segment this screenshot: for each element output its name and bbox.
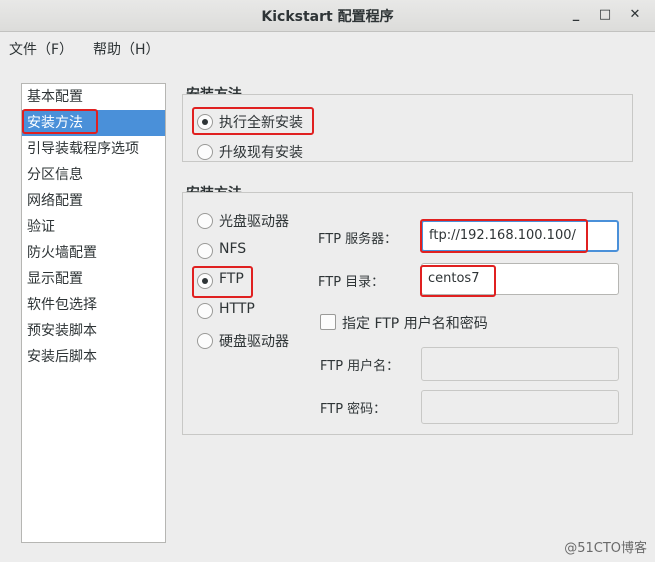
sidebar-item-install-method[interactable]: 安装方法 <box>22 110 165 136</box>
menu-bar: 文件（F） 帮助（H） <box>0 32 655 62</box>
radio-checked-icon[interactable] <box>197 273 213 289</box>
credentials-checkbox-label: 指定 FTP 用户名和密码 <box>342 316 488 332</box>
radio-cdrom-label: 光盘驱动器 <box>219 214 289 230</box>
ftp-user-input[interactable] <box>421 347 619 381</box>
radio-upgrade-label: 升级现有安装 <box>219 145 303 161</box>
radio-http-label: HTTP <box>219 301 255 317</box>
close-button[interactable]: ✕ <box>625 5 645 25</box>
menu-help[interactable]: 帮助（H） <box>93 39 160 59</box>
category-sidebar: 基本配置 安装方法 引导装载程序选项 分区信息 网络配置 验证 防火墙配置 显示… <box>21 83 166 543</box>
minimize-button[interactable]: _ <box>566 5 586 25</box>
sidebar-item-display[interactable]: 显示配置 <box>22 266 165 292</box>
window-title: Kickstart 配置程序 <box>261 9 394 25</box>
sidebar-item-auth[interactable]: 验证 <box>22 214 165 240</box>
sidebar-item-bootloader[interactable]: 引导装载程序选项 <box>22 136 165 162</box>
ftp-password-label: FTP 密码： <box>320 402 387 417</box>
radio-nfs-label: NFS <box>219 241 247 257</box>
sidebar-item-pre-script[interactable]: 预安装脚本 <box>22 318 165 344</box>
title-bar: Kickstart 配置程序 _ □ ✕ <box>0 0 655 32</box>
watermark: @51CTO博客 <box>564 541 647 556</box>
ftp-dir-input[interactable]: centos7 <box>421 263 619 295</box>
ftp-password-input[interactable] <box>421 390 619 424</box>
ftp-user-label: FTP 用户名： <box>320 359 400 374</box>
radio-checked-icon[interactable] <box>197 114 213 130</box>
radio-unchecked-icon[interactable] <box>197 213 213 229</box>
sidebar-item-firewall[interactable]: 防火墙配置 <box>22 240 165 266</box>
sidebar-item-basic[interactable]: 基本配置 <box>22 84 165 110</box>
credentials-checkbox[interactable] <box>320 314 336 330</box>
radio-unchecked-icon[interactable] <box>197 303 213 319</box>
sidebar-item-network[interactable]: 网络配置 <box>22 188 165 214</box>
radio-ftp-label: FTP <box>219 271 244 287</box>
ftp-server-input[interactable]: ftp://192.168.100.100/ <box>421 220 619 252</box>
maximize-button[interactable]: □ <box>595 5 615 25</box>
ftp-dir-label: FTP 目录： <box>318 275 385 290</box>
sidebar-item-partition[interactable]: 分区信息 <box>22 162 165 188</box>
radio-new-install-label: 执行全新安装 <box>219 115 303 131</box>
sidebar-item-post-script[interactable]: 安装后脚本 <box>22 344 165 370</box>
radio-unchecked-icon[interactable] <box>197 144 213 160</box>
sidebar-item-packages[interactable]: 软件包选择 <box>22 292 165 318</box>
radio-harddrive-label: 硬盘驱动器 <box>219 334 289 350</box>
radio-unchecked-icon[interactable] <box>197 333 213 349</box>
ftp-server-label: FTP 服务器： <box>318 232 398 247</box>
menu-file[interactable]: 文件（F） <box>9 39 73 59</box>
radio-unchecked-icon[interactable] <box>197 243 213 259</box>
